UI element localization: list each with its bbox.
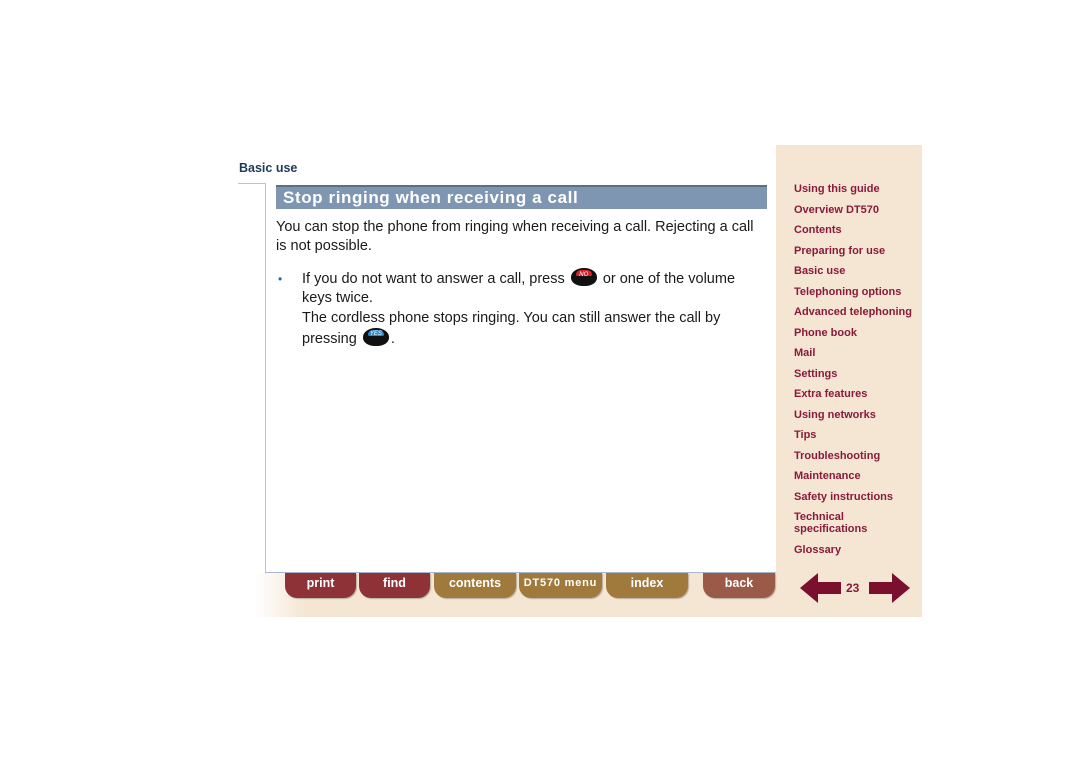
sidebar-item-overview[interactable]: Overview DT570 [794, 204, 919, 216]
intro-paragraph: You can stop the phone from ringing when… [276, 219, 754, 254]
followup-text: The cordless phone stops ringing. You ca… [302, 310, 721, 347]
contents-button[interactable]: contents [434, 573, 516, 598]
sidebar-item-extra-features[interactable]: Extra features [794, 388, 919, 400]
bullet-marker: • [278, 272, 283, 286]
sidebar-item-using-networks[interactable]: Using networks [794, 409, 919, 421]
sidebar-item-advanced-telephoning[interactable]: Advanced telephoning [794, 306, 919, 318]
page-title-bar: Stop ringing when receiving a call [276, 185, 767, 209]
no-key-icon: NO [570, 268, 597, 287]
back-button[interactable]: back [703, 573, 775, 598]
sidebar-item-settings[interactable]: Settings [794, 368, 919, 380]
page-number: 23 [846, 581, 860, 595]
page-content: You can stop the phone from ringing when… [276, 218, 766, 350]
yes-key-icon: YES [362, 328, 389, 347]
section-label: Basic use [239, 161, 298, 175]
sidebar-item-preparing[interactable]: Preparing for use [794, 245, 919, 257]
pagination: 23 [800, 572, 910, 604]
sidebar-item-mail[interactable]: Mail [794, 347, 919, 359]
sidebar-item-technical-specs[interactable]: Technical specifications [794, 511, 874, 535]
sidebar: Using this guide Overview DT570 Contents… [776, 145, 922, 617]
index-button[interactable]: index [606, 573, 688, 598]
bullet-text: If you do not want to answer a call, pre… [302, 268, 766, 308]
arrow-left-icon[interactable] [800, 572, 842, 604]
frame-line [265, 183, 266, 573]
find-button[interactable]: find [359, 573, 430, 598]
dt570-menu-button[interactable]: DT570 menu [519, 573, 602, 598]
frame-line [238, 183, 265, 184]
print-button[interactable]: print [285, 573, 356, 598]
sidebar-item-troubleshooting[interactable]: Troubleshooting [794, 450, 919, 462]
arrow-right-icon[interactable] [868, 572, 910, 604]
page-title: Stop ringing when receiving a call [283, 188, 579, 207]
sidebar-item-tips[interactable]: Tips [794, 429, 919, 441]
sidebar-item-safety[interactable]: Safety instructions [794, 491, 919, 503]
sidebar-item-telephoning-options[interactable]: Telephoning options [794, 286, 919, 298]
sidebar-item-basic-use[interactable]: Basic use [794, 265, 919, 277]
sidebar-nav: Using this guide Overview DT570 Contents… [794, 183, 919, 564]
sidebar-item-glossary[interactable]: Glossary [794, 544, 919, 556]
sidebar-item-maintenance[interactable]: Maintenance [794, 470, 919, 482]
sidebar-item-contents[interactable]: Contents [794, 224, 919, 236]
sidebar-item-using-this-guide[interactable]: Using this guide [794, 183, 919, 195]
sidebar-item-phone-book[interactable]: Phone book [794, 327, 919, 339]
bullet-item: • If you do not want to answer a call, p… [276, 268, 766, 350]
